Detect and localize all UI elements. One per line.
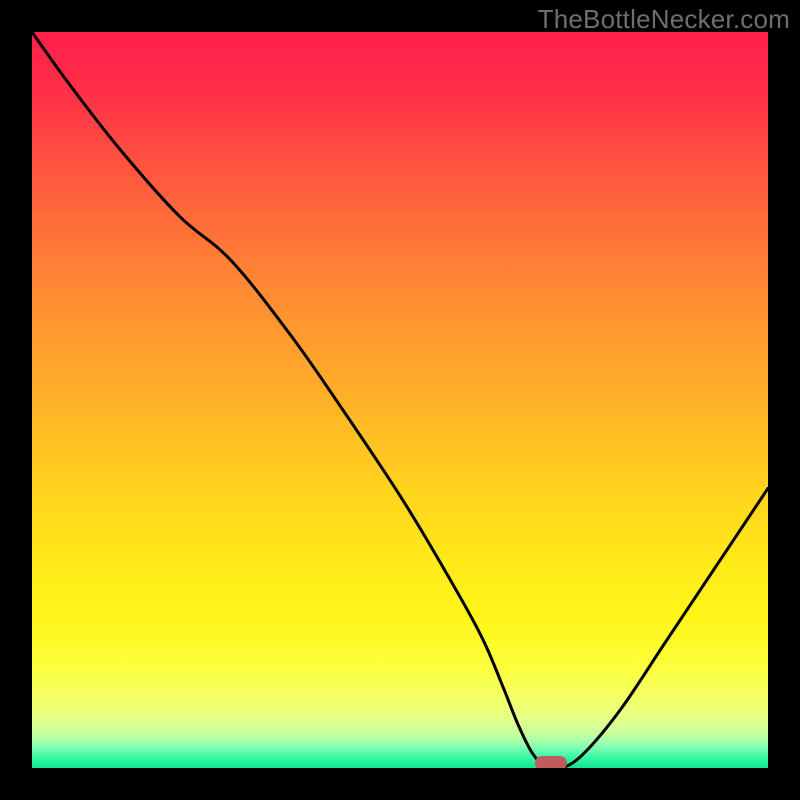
- watermark-text: TheBottleNecker.com: [538, 4, 790, 35]
- curve-svg: [32, 32, 768, 768]
- bottleneck-curve: [32, 32, 768, 768]
- plot-area: [32, 32, 768, 768]
- optimal-point-marker: [535, 756, 567, 768]
- figure-frame: TheBottleNecker.com: [0, 0, 800, 800]
